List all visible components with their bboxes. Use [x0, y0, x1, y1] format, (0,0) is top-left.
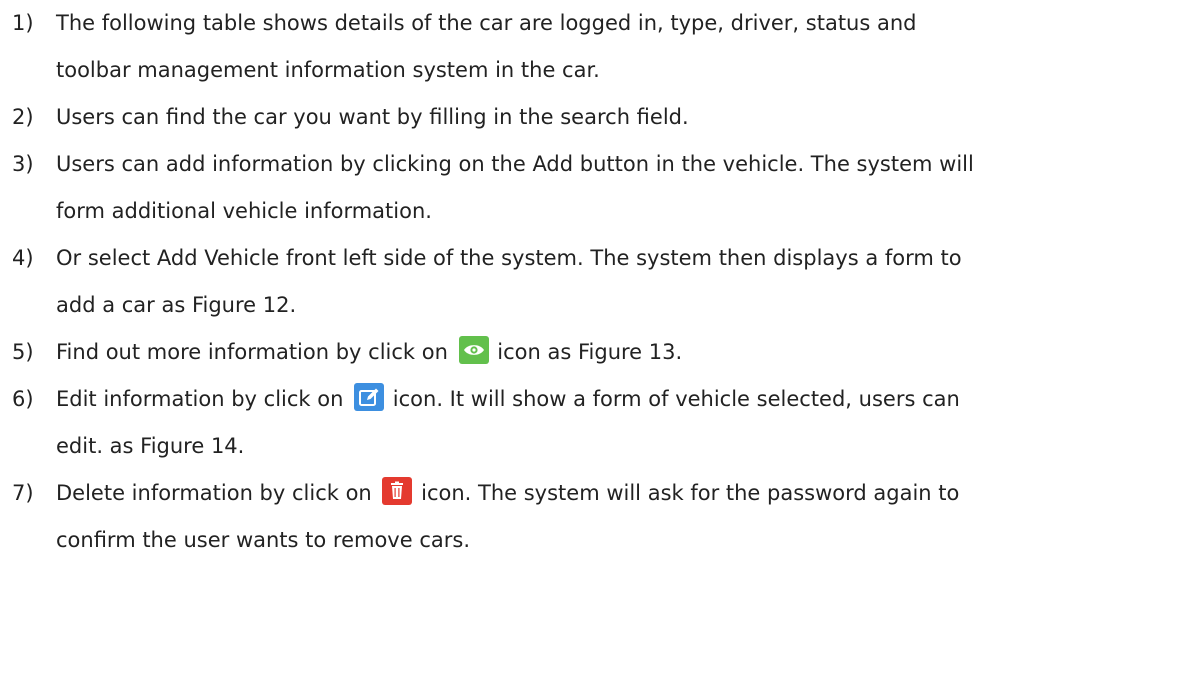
item-text-line: Find out more information by click on ic…: [56, 329, 1196, 376]
item-text-line: Users can add information by clicking on…: [56, 152, 974, 176]
item-number: 7): [12, 481, 34, 505]
item-number: 2): [12, 105, 34, 129]
item-text-line: confirm the user wants to remove cars.: [56, 528, 470, 552]
instruction-list: 1) The following table shows details of …: [0, 0, 1196, 564]
list-item-2: 2) Users can find the car you want by fi…: [0, 94, 1196, 141]
list-item-4: 4) Or select Add Vehicle front left side…: [0, 235, 1196, 329]
item-text-after-icon: icon. It will show a form of vehicle sel…: [392, 387, 960, 411]
item-text-line: Or select Add Vehicle front left side of…: [56, 246, 962, 270]
item-text-line: Users can find the car you want by filli…: [56, 105, 689, 129]
item-text-line: The following table shows details of the…: [56, 11, 917, 35]
item-number: 4): [12, 246, 34, 270]
trash-icon: [382, 477, 413, 505]
item-number: 6): [12, 387, 34, 411]
list-item-5: 5) Find out more information by click on…: [0, 329, 1196, 376]
item-text-before-icon: Delete information by click on: [56, 481, 372, 505]
item-number: 5): [12, 340, 34, 364]
item-text-line: edit. as Figure 14.: [56, 434, 245, 458]
item-text-line: toolbar management information system in…: [56, 58, 600, 82]
item-number: 3): [12, 152, 34, 176]
item-text-line: add a car as Figure 12.: [56, 293, 297, 317]
item-text-line: form additional vehicle information.: [56, 199, 432, 223]
list-item-3: 3) Users can add information by clicking…: [0, 141, 1196, 235]
item-text-line: Edit information by click on icon. It wi…: [56, 376, 1196, 423]
edit-icon: [354, 383, 385, 411]
document-page: 1) The following table shows details of …: [0, 0, 1196, 675]
list-item-1: 1) The following table shows details of …: [0, 0, 1196, 94]
list-item-7: 7) Delete information by click on icon. …: [0, 470, 1196, 564]
eye-icon: [458, 336, 489, 364]
item-text-after-icon: icon as Figure 13.: [497, 340, 683, 364]
item-text-after-icon: icon. The system will ask for the passwo…: [421, 481, 960, 505]
item-text-line: Delete information by click on icon. The…: [56, 470, 1196, 517]
item-text-before-icon: Find out more information by click on: [56, 340, 448, 364]
item-number: 1): [12, 11, 34, 35]
item-text-before-icon: Edit information by click on: [56, 387, 344, 411]
list-item-6: 6) Edit information by click on icon. It…: [0, 376, 1196, 470]
